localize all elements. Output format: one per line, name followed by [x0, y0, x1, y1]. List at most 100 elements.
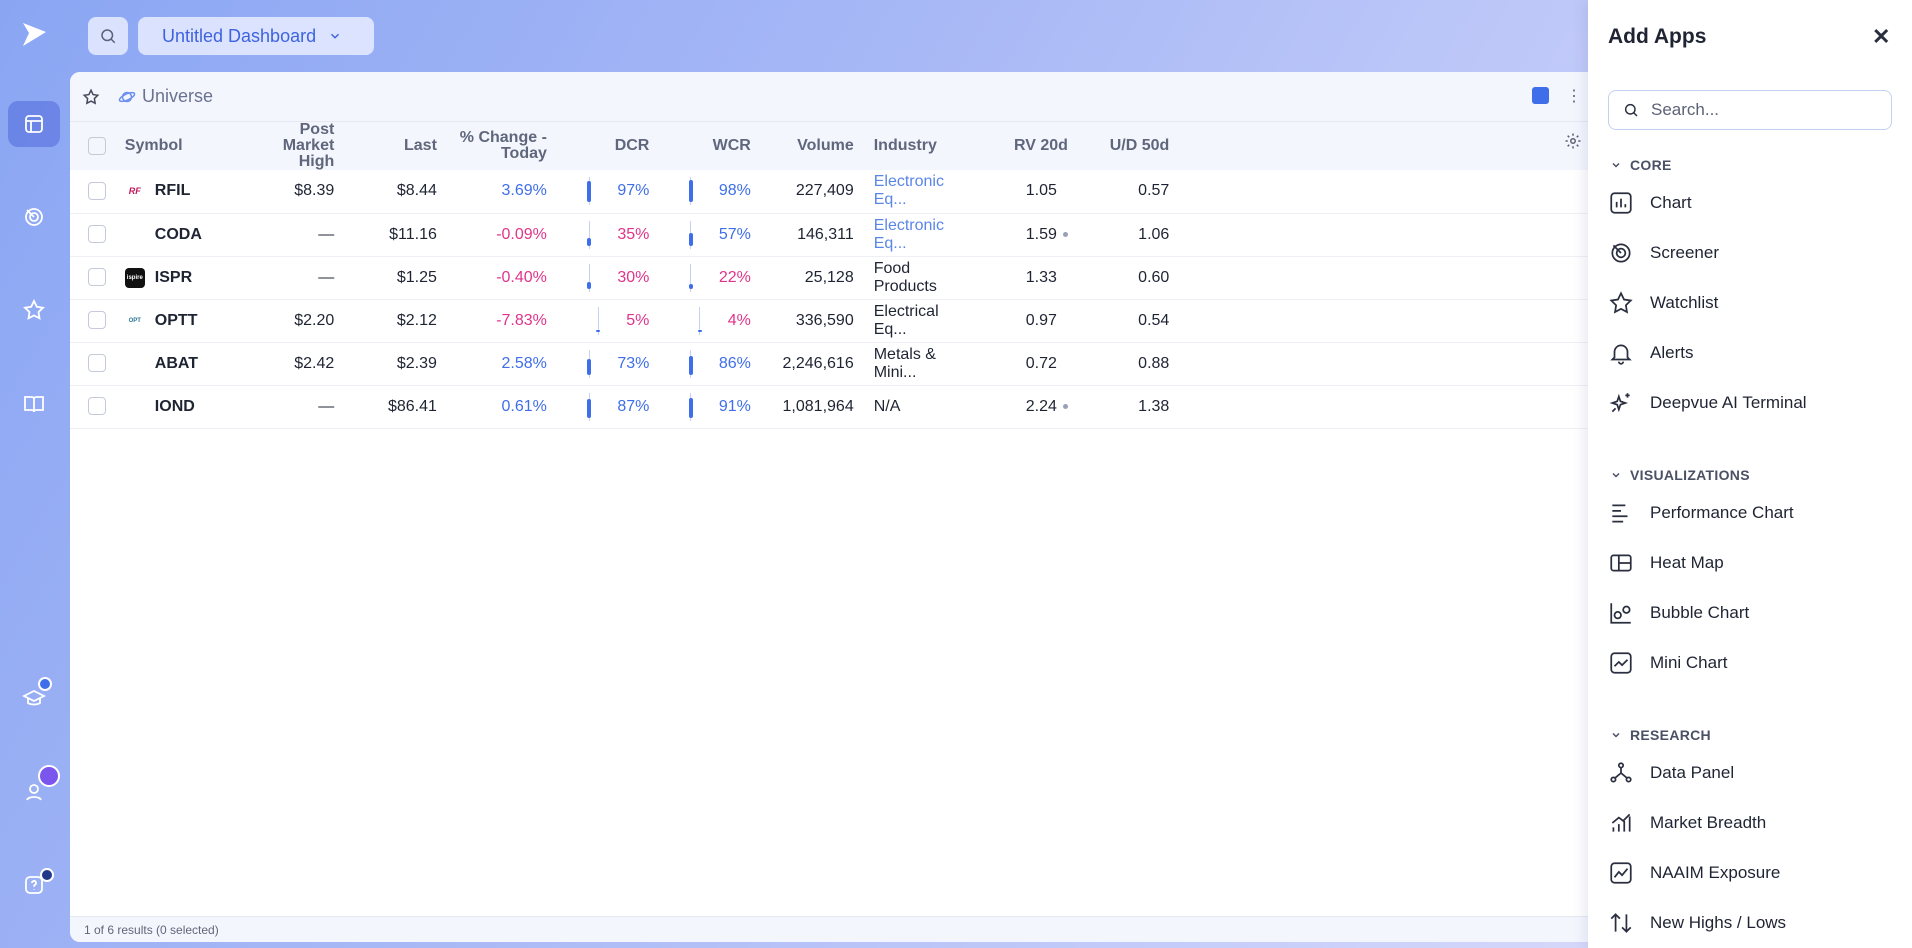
indicator-dot: [1062, 403, 1068, 409]
wcr-value: 22%: [718, 268, 751, 286]
wcr-cell: 91%: [659, 385, 761, 429]
industry-cell[interactable]: Electronic Eq...: [863, 213, 986, 257]
app-item-data-panel[interactable]: Data Panel: [1608, 760, 1734, 786]
chevron-down-icon: [1612, 732, 1620, 738]
app-item-market-breadth[interactable]: Market Breadth: [1608, 810, 1766, 836]
table-header-row: Symbol Post Market High Last % Change - …: [70, 122, 1590, 170]
panel-menu-icon[interactable]: ⋮: [1566, 86, 1582, 106]
dcr-value: 87%: [617, 397, 650, 415]
drawer-title: Add Apps: [1608, 25, 1707, 48]
company-logo-icon: [125, 354, 145, 374]
app-item-deepvue-ai-terminal[interactable]: Deepvue AI Terminal: [1608, 390, 1807, 416]
bell-icon: [1610, 344, 1632, 365]
radar-icon: [25, 208, 43, 226]
close-icon[interactable]: ✕: [1872, 24, 1890, 50]
symbol-text: RFIL: [154, 182, 191, 200]
app-item-chart[interactable]: Chart: [1608, 190, 1692, 216]
app-item-alerts[interactable]: Alerts: [1608, 340, 1693, 366]
nav-dashboard-button[interactable]: [8, 101, 60, 147]
global-search-button[interactable]: [88, 17, 128, 55]
table-row[interactable]: ABAT $2.42 $2.39 2.58% 73% 86% 2,246,616…: [70, 342, 1590, 386]
section-visualizations[interactable]: VISUALIZATIONS: [1610, 467, 1750, 483]
nav-watchlist-button[interactable]: [8, 287, 60, 333]
section-core[interactable]: CORE: [1610, 157, 1672, 173]
symbol-cell[interactable]: ispire ISPR: [124, 256, 225, 300]
wcr-range-bar: [688, 392, 693, 421]
symbol-cell[interactable]: ABAT: [124, 342, 225, 386]
nav-education-button[interactable]: [8, 675, 60, 721]
industry-cell: Electrical Eq...: [863, 299, 986, 343]
star-icon: [23, 298, 45, 320]
volume-cell: 146,311: [760, 213, 864, 257]
last-cell: $1.25: [344, 256, 447, 300]
row-checkbox[interactable]: [88, 397, 107, 416]
symbol-cell[interactable]: CODA: [124, 213, 225, 257]
app-logo-icon[interactable]: [20, 20, 48, 53]
planet-icon: [118, 91, 136, 102]
nav-screener-button[interactable]: [8, 194, 60, 240]
row-checkbox[interactable]: [88, 268, 107, 287]
col-last[interactable]: Last: [344, 122, 447, 170]
symbol-text: CODA: [154, 225, 202, 243]
app-item-screener[interactable]: Screener: [1608, 240, 1719, 266]
favorite-star-icon[interactable]: [82, 88, 100, 106]
chart-icon: [1610, 192, 1632, 214]
results-footer: 1 of 6 results (0 selected): [70, 916, 1590, 942]
row-checkbox[interactable]: [88, 182, 107, 201]
symbol-cell[interactable]: RF RFIL: [124, 170, 225, 214]
sparkle-icon: [1609, 393, 1630, 413]
nav-help-button[interactable]: [8, 862, 60, 908]
nav-learn-button[interactable]: [8, 381, 60, 427]
settings-gear-icon[interactable]: [1564, 132, 1582, 150]
symbol-cell[interactable]: IOND: [124, 385, 225, 429]
app-item-performance-chart[interactable]: Performance Chart: [1608, 500, 1794, 526]
col-volume[interactable]: Volume: [760, 122, 864, 170]
table-row[interactable]: IOND — $86.41 0.61% 87% 91% 1,081,964 N/…: [70, 385, 1590, 429]
col-wcr[interactable]: WCR: [659, 122, 761, 170]
nav-account-button[interactable]: [8, 765, 60, 815]
wcr-range-bar: [688, 263, 693, 292]
highs-lows-icon: [1610, 913, 1632, 933]
symbol-cell[interactable]: OPT OPTT: [124, 299, 225, 343]
data-panel-icon: [1610, 762, 1632, 783]
universe-label: Universe: [142, 86, 214, 106]
industry-cell[interactable]: Electronic Eq...: [863, 170, 986, 214]
volume-cell: 2,246,616: [760, 342, 864, 386]
section-research[interactable]: RESEARCH: [1610, 727, 1711, 743]
app-item-new-highs-lows[interactable]: New Highs / Lows: [1608, 910, 1786, 936]
table-row[interactable]: CODA — $11.16 -0.09% 35% 57% 146,311 Ele…: [70, 213, 1590, 257]
row-checkbox[interactable]: [88, 354, 107, 373]
app-item-heat-map[interactable]: Heat Map: [1608, 550, 1724, 576]
select-all-checkbox[interactable]: [88, 137, 107, 155]
dashboard-selector[interactable]: Untitled Dashboard: [138, 17, 374, 55]
heatmap-icon: [1610, 554, 1632, 572]
link-color-button[interactable]: [1532, 87, 1549, 104]
col-change-today[interactable]: % Change - Today: [446, 122, 557, 170]
col-rv20d[interactable]: RV 20d: [985, 122, 1078, 170]
table-row[interactable]: RF RFIL $8.39 $8.44 3.69% 97% 98% 227,409…: [70, 170, 1590, 214]
wcr-range-bar: [688, 349, 693, 378]
app-item-watchlist[interactable]: Watchlist: [1608, 290, 1718, 316]
table-row[interactable]: ispire ISPR — $1.25 -0.40% 30% 22% 25,128…: [70, 256, 1590, 300]
add-apps-drawer: Add Apps ✕ Search... CORE Chart Screener Wa…: [1588, 0, 1912, 948]
chevron-down-icon: [331, 33, 340, 39]
app-item-naaim-exposure[interactable]: NAAIM Exposure: [1608, 860, 1780, 886]
wcr-range-bar: [688, 177, 693, 206]
col-industry[interactable]: Industry: [863, 122, 986, 170]
change-cell: 2.58%: [446, 342, 557, 386]
symbol-text: ISPR: [154, 268, 193, 286]
apps-search-input[interactable]: Search...: [1608, 90, 1892, 130]
universe-title[interactable]: Universe: [118, 86, 213, 107]
app-item-mini-chart[interactable]: Mini Chart: [1608, 650, 1727, 676]
col-symbol[interactable]: Symbol: [124, 122, 225, 170]
col-ud50d[interactable]: U/D 50d: [1077, 122, 1180, 170]
dcr-value: 5%: [626, 311, 650, 329]
col-dcr[interactable]: DCR: [556, 122, 660, 170]
dcr-cell: 30%: [556, 256, 660, 300]
app-item-bubble-chart[interactable]: Bubble Chart: [1608, 600, 1749, 626]
dcr-cell: 87%: [556, 385, 660, 429]
row-checkbox[interactable]: [88, 311, 107, 330]
col-post-market-high[interactable]: Post Market High: [224, 122, 345, 170]
row-checkbox[interactable]: [88, 225, 107, 244]
table-row[interactable]: OPT OPTT $2.20 $2.12 -7.83% 5% 4% 336,590…: [70, 299, 1590, 343]
